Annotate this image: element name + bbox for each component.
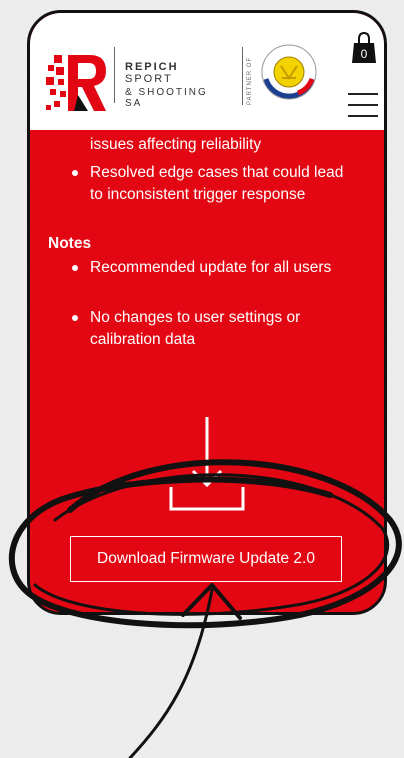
site-header: REPICH SPORT & SHOOTING SA PARTNER OF 0 — [30, 13, 384, 130]
hamburger-menu-icon[interactable] — [348, 93, 378, 117]
list-item: Resolved edge cases that could lead to i… — [72, 162, 350, 206]
bullet-icon — [72, 265, 78, 271]
list-item: Recommended update for all users — [72, 257, 350, 279]
list-item-text: Recommended update for all users — [90, 259, 332, 276]
cart-count: 0 — [360, 47, 368, 61]
bullet-icon — [72, 170, 78, 176]
brand-line-1: REPICH SPORT — [125, 61, 224, 85]
brand-name: REPICH SPORT & SHOOTING SA — [114, 47, 224, 109]
list-item: No changes to user settings or calibrati… — [72, 307, 350, 351]
list-item-text: No changes to user settings or calibrati… — [90, 309, 301, 348]
download-firmware-button[interactable]: Download Firmware Update 2.0 — [70, 536, 342, 582]
download-arrow-icon — [169, 417, 245, 511]
notes-heading: Notes — [48, 235, 92, 252]
morini-seal-icon — [261, 44, 317, 100]
list-item-text: Resolved edge cases that could lead to i… — [90, 164, 344, 203]
list-item-fragment: issues affecting reliability — [90, 136, 262, 153]
partner-label: PARTNER OF — [247, 56, 253, 105]
repich-logo-icon[interactable] — [44, 49, 108, 117]
phone-frame: REPICH SPORT & SHOOTING SA PARTNER OF 0 … — [27, 10, 387, 615]
bullet-icon — [72, 315, 78, 321]
brand-bold: REPICH — [125, 61, 179, 73]
brand-light: SPORT — [125, 73, 173, 85]
brand-line-2: & SHOOTING SA — [125, 87, 208, 109]
